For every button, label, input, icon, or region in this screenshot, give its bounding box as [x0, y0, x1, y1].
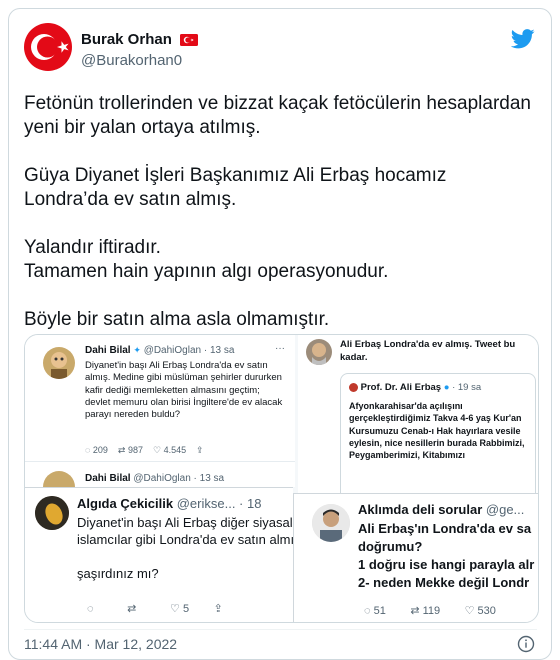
user-handle[interactable]: @Burakorhan0 — [81, 52, 198, 69]
media-grid[interactable]: Dahi Bilal ✦ @DahiOglan · 13 sa ··· Diya… — [24, 334, 539, 623]
reply-icon: ◌ — [87, 603, 94, 615]
verified-icon: ● — [443, 382, 450, 393]
quoted-text: Afyonkarahisar'da açılışını gerçekleştir… — [349, 401, 525, 461]
turkey-flag-icon — [180, 33, 199, 46]
timestamp[interactable]: 11:44 AM · Mar 12, 2022 — [24, 636, 177, 652]
embedded-avatar — [306, 339, 332, 365]
quoted-time: · 19 sa — [452, 382, 482, 393]
embedded-actions: ◌ 209 ⇄ 987 ♡ 4.545 ⇪ — [85, 445, 204, 455]
reply-icon: ◌ — [85, 445, 91, 455]
embedded-name: Algıda Çekicilik — [77, 496, 174, 511]
embedded-handle: @DahiOglan · 13 sa — [133, 473, 225, 484]
embedded-avatar — [35, 496, 69, 530]
embedded-name: Dahi Bilal — [85, 345, 131, 356]
user-block[interactable]: Burak Orhan @Burakorhan0 — [81, 31, 199, 69]
embedded-screenshot-dahi-bilal[interactable]: Dahi Bilal ✦ @DahiOglan · 13 sa ··· Diya… — [25, 335, 295, 487]
embedded-screenshot-aklimda[interactable]: Aklımda deli sorular @ge... Ali Erbaş'ın… — [293, 493, 538, 622]
divider — [25, 461, 295, 462]
tweet-footer: 11:44 AM · Mar 12, 2022 — [24, 629, 537, 653]
tweet-header: Burak Orhan @Burakorhan0 — [24, 23, 537, 75]
embedded-screenshot-quote[interactable]: Ali Erbaş Londra'da ev almış. Tweet bu k… — [298, 335, 538, 493]
embedded-handle: @ge... — [485, 502, 525, 517]
embedded-actions: ◌ ⇄ ♡ 5 ⇪ — [87, 603, 223, 615]
embedded-text: Ali Erbaş Londra'da ev almış. Tweet bu k… — [340, 339, 516, 363]
embedded-name: Aklımda deli sorular — [358, 502, 483, 517]
twitter-bird-icon[interactable] — [511, 29, 535, 49]
more-icon: ··· — [275, 343, 285, 354]
embedded-text: Diyanet'in başı Ali Erbaş diğer siyasal … — [77, 515, 293, 581]
embedded-handle: @erikse... · 18 — [176, 496, 262, 511]
retweet-icon: ⇄ — [117, 445, 126, 455]
quoted-name: Prof. Dr. Ali Erbaş — [360, 382, 442, 393]
checkmark-icon: ✦ — [133, 345, 141, 355]
embedded-actions: ◌ 51 ⇄ 119 ♡ 530 — [364, 605, 496, 617]
embedded-screenshot-algida[interactable]: Algıda Çekicilik @erikse... · 18 Diyanet… — [25, 487, 293, 622]
info-icon[interactable] — [517, 635, 535, 653]
reply-icon: ◌ — [364, 605, 371, 617]
embedded-text: Diyanet'in başı Ali Erbaş Londra'da ev s… — [85, 360, 283, 421]
turkey-crescent-avatar-icon — [24, 23, 72, 71]
embedded-avatar — [43, 471, 75, 487]
embedded-avatar — [312, 504, 350, 542]
share-icon: ⇪ — [213, 603, 223, 615]
tweet-card[interactable]: Burak Orhan @Burakorhan0 Fetönün troller… — [8, 8, 552, 660]
retweet-icon: ⇄ — [410, 605, 420, 617]
like-icon: ♡ — [170, 603, 180, 615]
share-icon: ⇪ — [196, 445, 204, 455]
like-icon: ♡ — [153, 445, 162, 455]
avatar[interactable] — [24, 23, 72, 71]
embedded-avatar — [43, 347, 75, 379]
quoted-tweet: Prof. Dr. Ali Erbaş ● · 19 sa Afyonkarah… — [340, 373, 536, 493]
retweet-icon: ⇄ — [127, 603, 137, 615]
like-icon: ♡ — [464, 605, 475, 617]
embedded-name: Dahi Bilal — [85, 473, 131, 484]
quoted-avatar — [349, 382, 358, 392]
embedded-text: Ali Erbaş'ın Londra'da ev sa doğrumu? 1 … — [358, 521, 535, 590]
display-name[interactable]: Burak Orhan — [81, 31, 172, 48]
tweet-text: Fetönün trollerinden ve bizzat kaçak fet… — [24, 93, 531, 330]
embedded-handle: @DahiOglan · 13 sa — [143, 345, 235, 356]
